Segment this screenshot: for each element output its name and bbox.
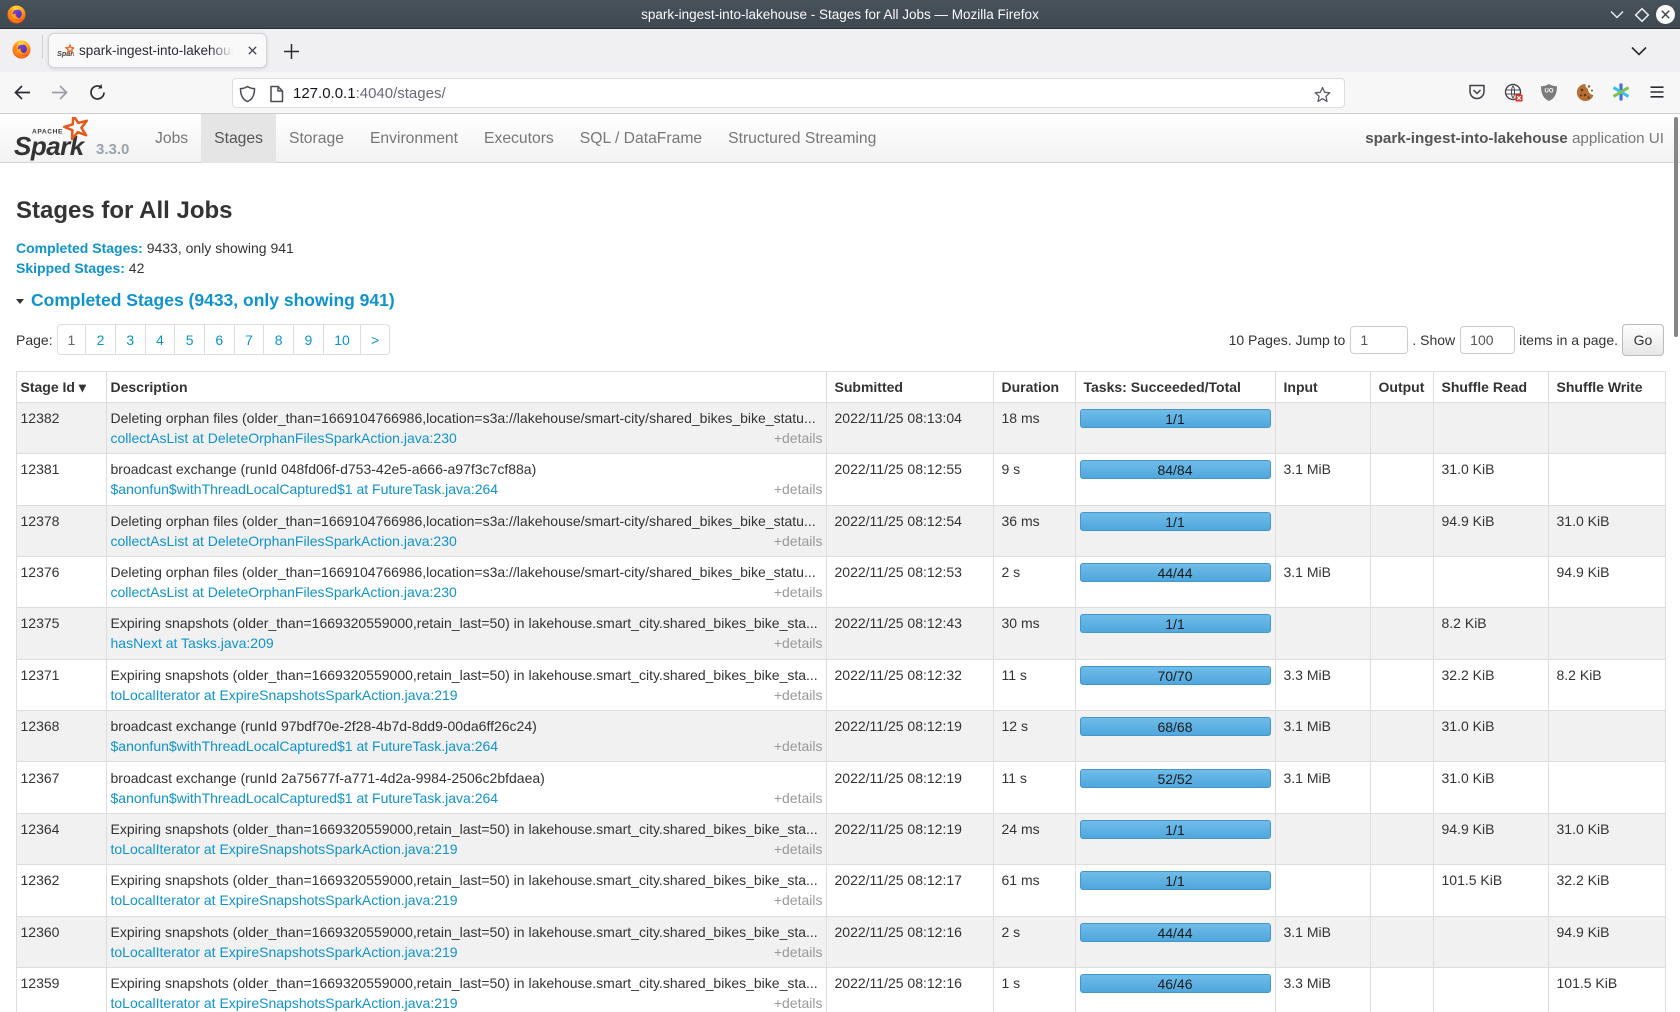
svg-text:UO: UO — [1545, 89, 1554, 95]
